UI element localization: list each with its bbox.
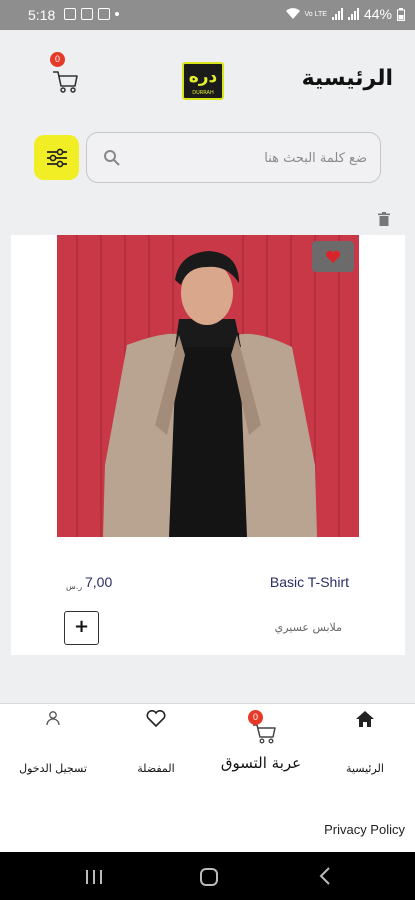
status-right: Vo LTE 44% [285, 6, 405, 22]
search-bar[interactable] [86, 132, 381, 183]
product-photo [57, 235, 359, 537]
nav-cart-badge: 0 [248, 710, 263, 725]
trash-icon[interactable] [378, 212, 390, 226]
sliders-icon [46, 148, 67, 167]
heart-outline-icon [146, 709, 166, 728]
bottom-navigation: الرئيسية 0 عربة التسوق المفضلة تسجيل الد… [0, 703, 415, 852]
nav-cart[interactable]: 0 عربة التسوق [214, 710, 308, 772]
nav-home-label: الرئيسية [346, 762, 384, 775]
product-category: ملابس عسيري [274, 621, 342, 634]
logo-subtext: DURRAH [192, 90, 214, 96]
header-cart-badge: 0 [50, 52, 65, 67]
home-icon [356, 711, 374, 727]
page-title: الرئيسية [301, 66, 393, 91]
nav-login[interactable]: تسجيل الدخول [14, 710, 92, 775]
logo-mark: دره [188, 67, 218, 87]
header-cart-button[interactable]: 0 [50, 52, 80, 94]
nav-login-label: تسجيل الدخول [19, 762, 87, 775]
heart-icon [325, 250, 341, 263]
product-price: 7,00 [85, 574, 113, 590]
nav-favorites[interactable]: المفضلة [130, 709, 182, 775]
more-notifications-icon [115, 12, 119, 16]
filter-button[interactable] [34, 135, 79, 180]
product-currency: ر.س [66, 582, 83, 591]
network-type: Vo LTE [304, 10, 327, 18]
battery-icon [397, 7, 405, 21]
product-name[interactable]: Basic T-Shirt [270, 574, 349, 590]
nav-home[interactable]: الرئيسية [337, 710, 393, 775]
search-input[interactable] [127, 143, 367, 173]
add-to-cart-button[interactable]: + [64, 611, 99, 645]
notification-icons [64, 8, 119, 20]
signal-2-icon [347, 8, 359, 20]
status-time: 5:18 [28, 7, 56, 23]
wifi-icon [285, 8, 300, 19]
privacy-policy-link[interactable]: Privacy Policy [324, 822, 405, 837]
home-system-icon[interactable] [199, 867, 219, 887]
system-navigation-bar [0, 852, 415, 900]
recent-apps-icon[interactable] [85, 869, 103, 885]
news-notification-icon [98, 8, 110, 20]
nav-cart-label: عربة التسوق [220, 754, 302, 772]
gallery-notification-icon [64, 8, 76, 20]
product-image[interactable] [57, 235, 359, 537]
favorite-button[interactable] [312, 241, 354, 272]
battery-percent: 44% [363, 6, 392, 22]
back-icon[interactable] [319, 867, 331, 885]
nav-cart-icon-wrap: 0 [245, 710, 277, 744]
logo[interactable]: دره DURRAH [182, 62, 224, 100]
user-icon [46, 711, 60, 726]
cart-icon [53, 71, 78, 93]
search-icon [104, 150, 120, 166]
signal-icon [331, 8, 343, 20]
nav-favorites-label: المفضلة [137, 762, 175, 775]
status-bar: 5:18 Vo LTE 44% [0, 0, 415, 30]
app-notification-icon [81, 8, 93, 20]
product-card[interactable]: Basic T-Shirt 7,00 ر.س ملابس عسيري + [11, 235, 405, 655]
